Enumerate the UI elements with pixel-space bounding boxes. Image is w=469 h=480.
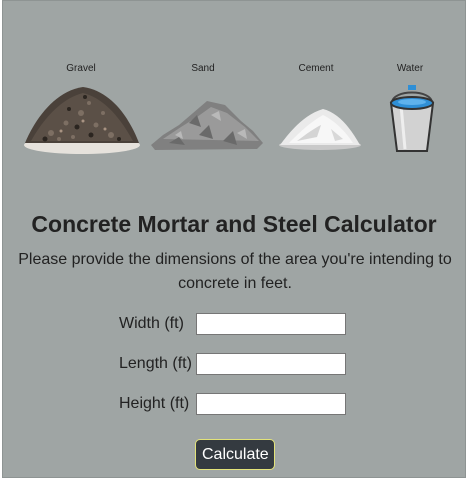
cement-label: Cement (298, 63, 334, 74)
gravel-pile-icon (24, 87, 140, 154)
gravel-label: Gravel (66, 63, 96, 74)
height-input[interactable] (196, 393, 346, 415)
water-bucket-icon (389, 85, 435, 152)
height-row: Height (ft) (3, 393, 465, 417)
height-label: Height (ft) (119, 395, 190, 412)
sand-pile-icon (151, 101, 263, 150)
length-label: Length (ft) (119, 355, 192, 372)
page-description: Please provide the dimensions of the are… (18, 251, 452, 292)
calculator-panel: Gravel Sand Cement Water Concrete Mortar… (2, 0, 466, 478)
length-row: Length (ft) (3, 353, 465, 377)
materials-strip: Gravel Sand Cement Water (3, 59, 465, 159)
calculate-button[interactable]: Calculate (195, 439, 275, 470)
width-input[interactable] (196, 313, 346, 335)
width-row: Width (ft) (3, 313, 465, 337)
length-input[interactable] (196, 353, 346, 375)
page-title: Concrete Mortar and Steel Calculator (31, 211, 437, 237)
width-label: Width (ft) (119, 315, 184, 332)
cement-pile-icon (279, 109, 361, 150)
sand-label: Sand (191, 63, 215, 74)
water-label: Water (396, 63, 424, 74)
